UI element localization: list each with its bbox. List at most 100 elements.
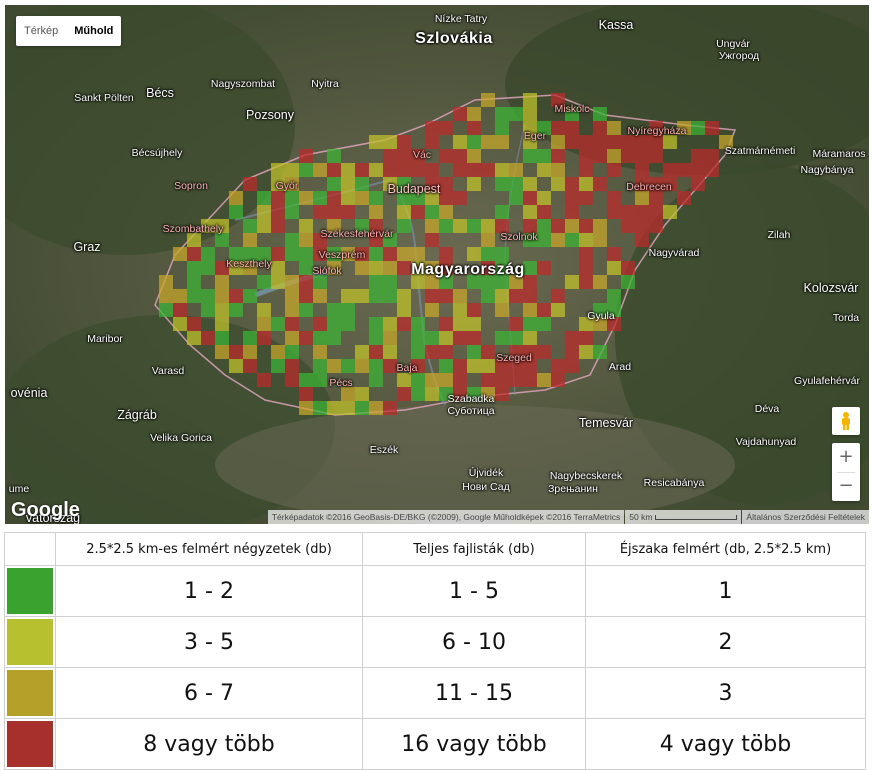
survey-grid-cell — [551, 373, 565, 387]
survey-grid-cell — [369, 135, 383, 149]
survey-grid-cell — [481, 373, 495, 387]
survey-grid-cell — [691, 177, 705, 191]
satellite-map[interactable]: Térkép Műhold Szlovákia Magyarország Níz… — [5, 5, 869, 524]
label-arad: Arad — [608, 361, 632, 373]
survey-grid-cell — [481, 219, 495, 233]
zoom-in-button[interactable]: + — [832, 443, 860, 472]
legend-header-swatch — [4, 532, 56, 566]
survey-grid-cell — [453, 107, 467, 121]
survey-grid-cell — [271, 345, 285, 359]
survey-grid-cell — [411, 163, 425, 177]
survey-grid-cell — [215, 233, 229, 247]
survey-grid-cell — [173, 289, 187, 303]
survey-grid-cell — [425, 121, 439, 135]
survey-grid-cell — [313, 401, 327, 415]
survey-grid-cell — [551, 233, 565, 247]
survey-grid-cell — [257, 191, 271, 205]
survey-grid-cell — [425, 331, 439, 345]
survey-grid-cell — [705, 149, 719, 163]
survey-grid-cell — [523, 93, 537, 107]
map-type-satellite-button[interactable]: Műhold — [66, 16, 121, 46]
map-type-map-button[interactable]: Térkép — [16, 16, 66, 46]
survey-grid-cell — [481, 163, 495, 177]
survey-grid-cell — [173, 303, 187, 317]
survey-grid-cell — [411, 317, 425, 331]
survey-grid-cell — [327, 205, 341, 219]
map-scale[interactable]: 50 km — [625, 510, 742, 524]
survey-grid-cell — [383, 247, 397, 261]
legend-row: 3 - 5 6 - 10 2 — [4, 616, 866, 668]
survey-grid-cell — [691, 149, 705, 163]
label-eszek: Eszék — [369, 444, 399, 456]
google-logo[interactable]: Google — [11, 499, 80, 522]
survey-grid-cell — [495, 373, 509, 387]
survey-grid-cell — [663, 163, 677, 177]
survey-grid-cell — [397, 135, 411, 149]
survey-grid-cell — [271, 275, 285, 289]
survey-grid-cell — [425, 135, 439, 149]
survey-grid-cell — [439, 331, 453, 345]
survey-grid-cell — [411, 373, 425, 387]
label-gyula: Gyula — [587, 310, 615, 322]
survey-grid-cell — [313, 275, 327, 289]
legend-lists-value: 6 - 10 — [362, 616, 586, 668]
survey-grid-cell — [649, 205, 663, 219]
survey-grid-cell — [159, 289, 173, 303]
label-eger: Eger — [523, 130, 547, 142]
legend-table: 2.5*2.5 km-es felmért négyzetek (db) Tel… — [4, 532, 866, 770]
survey-grid-cell — [397, 247, 411, 261]
label-gyor: Győr — [275, 180, 299, 192]
survey-grid-cell — [607, 205, 621, 219]
label-veszprem: Veszprém — [318, 249, 366, 261]
survey-grid-cell — [383, 331, 397, 345]
survey-grid-cell — [299, 401, 313, 415]
survey-grid-cell — [481, 247, 495, 261]
survey-grid-cell — [201, 261, 215, 275]
survey-grid-cell — [369, 345, 383, 359]
survey-grid-cell — [453, 373, 467, 387]
survey-grid-cell — [593, 121, 607, 135]
survey-grid-cell — [481, 135, 495, 149]
survey-grid-cell — [383, 401, 397, 415]
survey-grid-cell — [313, 191, 327, 205]
survey-grid-cell — [439, 149, 453, 163]
survey-grid-cell — [607, 289, 621, 303]
survey-grid-cell — [313, 163, 327, 177]
legend-squares-value: 8 vagy több — [55, 718, 363, 770]
survey-grid-cell — [285, 233, 299, 247]
survey-grid-cell — [467, 247, 481, 261]
survey-grid-cell — [355, 345, 369, 359]
survey-grid-cell — [579, 247, 593, 261]
survey-grid-cell — [551, 135, 565, 149]
survey-grid-cell — [285, 359, 299, 373]
survey-grid-cell — [383, 317, 397, 331]
survey-grid-cell — [565, 331, 579, 345]
survey-grid-cell — [565, 191, 579, 205]
survey-grid-cell — [565, 233, 579, 247]
survey-grid-cell — [243, 233, 257, 247]
survey-grid-cell — [299, 373, 313, 387]
survey-grid-cell — [299, 149, 313, 163]
terms-link[interactable]: Általános Szerződési Feltételek — [742, 510, 869, 524]
survey-grid-cell — [187, 247, 201, 261]
label-kassa: Kassa — [598, 18, 634, 32]
survey-grid-cell — [537, 191, 551, 205]
survey-grid-cell — [579, 275, 593, 289]
legend-header-row: 2.5*2.5 km-es felmért négyzetek (db) Tel… — [4, 532, 866, 566]
survey-grid-cell — [467, 359, 481, 373]
zoom-out-button[interactable]: − — [832, 472, 860, 501]
survey-grid-cell — [397, 387, 411, 401]
survey-grid-cell — [425, 233, 439, 247]
survey-grid-cell — [509, 289, 523, 303]
survey-grid-cell — [439, 317, 453, 331]
legend-night-value: 4 vagy több — [585, 718, 866, 770]
street-view-pegman[interactable] — [832, 407, 860, 435]
survey-grid-cell — [229, 289, 243, 303]
legend-header-night: Éjszaka felmért (db, 2.5*2.5 km) — [585, 532, 866, 566]
survey-grid-cell — [481, 345, 495, 359]
survey-grid-cell — [495, 121, 509, 135]
survey-grid-cell — [383, 345, 397, 359]
survey-grid-cell — [327, 317, 341, 331]
label-szlovakia: Szlovákia — [415, 30, 493, 47]
survey-grid-cell — [257, 373, 271, 387]
